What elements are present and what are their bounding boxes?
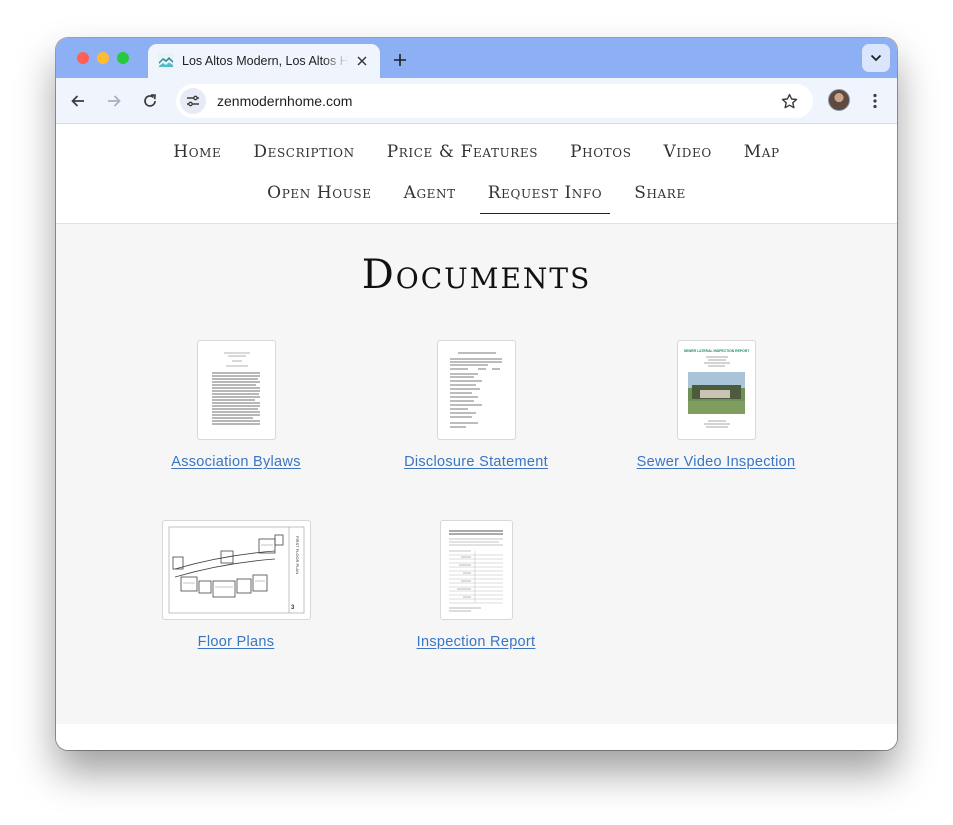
document-thumbnail[interactable]: SEWER LATERAL INSPECTION REPORT <box>676 340 756 440</box>
site-settings-icon[interactable] <box>180 88 206 114</box>
close-window-button[interactable] <box>77 52 89 64</box>
tab-search-chevron-down-icon[interactable] <box>862 44 890 72</box>
document-item-inspection-report: Inspection Report <box>356 520 596 650</box>
inspection-report-link[interactable]: Inspection Report <box>356 634 596 650</box>
new-tab-icon[interactable] <box>390 50 410 70</box>
tab-close-icon[interactable] <box>354 53 370 69</box>
nav-item-map[interactable]: Map <box>736 140 788 172</box>
nav-item-price-features[interactable]: Price & Features <box>379 140 546 172</box>
documents-section: Documents Association Bylaws Disclosure … <box>56 224 897 724</box>
maximize-window-button[interactable] <box>117 52 129 64</box>
sewer-video-inspection-link[interactable]: Sewer Video Inspection <box>596 454 836 470</box>
url-text: zenmodernhome.com <box>217 93 353 109</box>
thumb-report-title: SEWER LATERAL INSPECTION REPORT <box>683 349 750 353</box>
disclosure-statement-link[interactable]: Disclosure Statement <box>356 454 596 470</box>
floor-plan-preview: FIRST FLOOR PLAN 3 <box>168 526 304 614</box>
text-page-preview <box>211 352 260 425</box>
forward-arrow-icon[interactable] <box>104 91 124 111</box>
browser-window: Los Altos Modern, Los Altos Hills zenmod… <box>56 38 897 750</box>
document-thumbnail[interactable] <box>196 340 276 440</box>
floor-plans-link[interactable]: Floor Plans <box>116 634 356 650</box>
site-navigation: Home Description Price & Features Photos… <box>56 125 897 224</box>
document-item-floor-plans: FIRST FLOOR PLAN 3 Floor Plans <box>116 520 356 650</box>
nav-item-home[interactable]: Home <box>165 140 229 172</box>
back-arrow-icon[interactable] <box>68 91 88 111</box>
page-title: Documents <box>361 252 592 298</box>
web-page: Home Description Price & Features Photos… <box>56 125 897 750</box>
nav-item-description[interactable]: Description <box>245 140 362 172</box>
table-page-preview <box>448 530 503 612</box>
document-item-association-bylaws: Association Bylaws <box>116 340 356 470</box>
nav-item-video[interactable]: Video <box>656 140 720 172</box>
nav-row-1: Home Description Price & Features Photos… <box>56 140 897 172</box>
address-bar[interactable]: zenmodernhome.com <box>176 84 813 118</box>
nav-item-open-house[interactable]: Open House <box>259 181 379 214</box>
browser-toolbar: zenmodernhome.com <box>56 78 897 124</box>
form-page-preview <box>449 352 502 428</box>
nav-item-agent[interactable]: Agent <box>396 181 464 214</box>
more-menu-icon[interactable] <box>865 91 885 111</box>
svg-text:3: 3 <box>291 605 295 611</box>
thumb-side-text: FIRST FLOOR PLAN <box>295 536 300 574</box>
nav-item-share[interactable]: Share <box>626 181 694 214</box>
nav-item-photos[interactable]: Photos <box>562 140 639 172</box>
bookmark-star-icon[interactable] <box>779 91 799 111</box>
nav-item-request-info[interactable]: Request Info <box>479 181 611 214</box>
document-item-disclosure-statement: Disclosure Statement <box>356 340 596 470</box>
profile-avatar[interactable] <box>828 89 850 111</box>
nav-row-2: Open House Agent Request Info Share <box>56 181 897 214</box>
document-thumbnail[interactable] <box>439 520 513 620</box>
photo-report-preview: SEWER LATERAL INSPECTION REPORT <box>683 349 750 428</box>
reload-icon[interactable] <box>140 91 160 111</box>
document-item-sewer-video-inspection: SEWER LATERAL INSPECTION REPORT Sewer Vi… <box>596 340 836 470</box>
tab-strip: Los Altos Modern, Los Altos Hills <box>56 38 897 78</box>
document-thumbnail[interactable] <box>436 340 516 440</box>
document-thumbnail[interactable]: FIRST FLOOR PLAN 3 <box>161 520 311 620</box>
minimize-window-button[interactable] <box>97 52 109 64</box>
tab-title: Los Altos Modern, Los Altos Hills <box>182 54 348 68</box>
association-bylaws-link[interactable]: Association Bylaws <box>116 454 356 470</box>
browser-tab-active[interactable]: Los Altos Modern, Los Altos Hills <box>148 44 380 78</box>
site-favicon-icon <box>158 53 174 69</box>
